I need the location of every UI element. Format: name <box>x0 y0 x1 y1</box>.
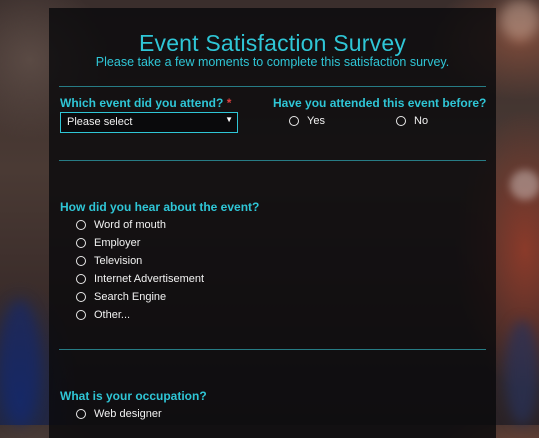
radio-label: Word of mouth <box>94 219 166 231</box>
event-select-value: Please select <box>67 116 133 128</box>
radio-label: Television <box>94 255 143 267</box>
radio-option-no[interactable]: No <box>396 115 428 127</box>
radio-option-search-engine[interactable]: Search Engine <box>76 291 166 303</box>
radio-circle-icon[interactable] <box>76 310 86 320</box>
radio-option-web-designer[interactable]: Web designer <box>76 408 162 420</box>
radio-circle-icon[interactable] <box>76 292 86 302</box>
radio-circle-icon[interactable] <box>76 220 86 230</box>
background-bokeh <box>0 300 40 425</box>
divider <box>59 86 486 87</box>
survey-panel: Event Satisfaction Survey Please take a … <box>49 8 496 438</box>
radio-option-television[interactable]: Television <box>76 255 142 267</box>
radio-label: Yes <box>307 115 325 127</box>
survey-title: Event Satisfaction Survey <box>138 30 407 56</box>
radio-circle-icon[interactable] <box>76 274 86 284</box>
radio-option-employer[interactable]: Employer <box>76 237 140 249</box>
radio-circle-icon[interactable] <box>289 116 299 126</box>
background-bokeh <box>500 0 539 40</box>
radio-label: No <box>414 115 429 127</box>
background-bokeh <box>505 320 539 425</box>
divider <box>59 160 486 161</box>
event-select[interactable]: Please select ▼ <box>60 112 238 133</box>
question-event-text: Which event did you attend? <box>60 96 224 110</box>
required-mark: * <box>226 96 232 110</box>
question-event-label: Which event did you attend? * <box>60 96 231 110</box>
chevron-down-icon: ▼ <box>225 115 233 124</box>
radio-option-yes[interactable]: Yes <box>289 115 325 127</box>
radio-option-other[interactable]: Other... <box>76 309 130 321</box>
radio-circle-icon[interactable] <box>76 238 86 248</box>
divider <box>59 349 486 350</box>
radio-circle-icon[interactable] <box>76 256 86 266</box>
radio-label: Web designer <box>94 408 162 420</box>
radio-label: Search Engine <box>94 291 167 303</box>
radio-label: Internet Advertisement <box>94 273 205 285</box>
survey-subtitle: Please take a few moments to complete th… <box>95 55 450 69</box>
background-bokeh <box>510 170 539 200</box>
radio-circle-icon[interactable] <box>396 116 406 126</box>
question-occupation-label: What is your occupation? <box>60 389 207 403</box>
radio-label: Other... <box>94 309 131 321</box>
radio-option-word-of-mouth[interactable]: Word of mouth <box>76 219 166 231</box>
question-hear-about-label: How did you hear about the event? <box>60 200 260 214</box>
radio-option-internet-advertisement[interactable]: Internet Advertisement <box>76 273 204 285</box>
radio-circle-icon[interactable] <box>76 409 86 419</box>
question-attended-before-label: Have you attended this event before? <box>273 96 487 110</box>
radio-label: Employer <box>94 237 141 249</box>
